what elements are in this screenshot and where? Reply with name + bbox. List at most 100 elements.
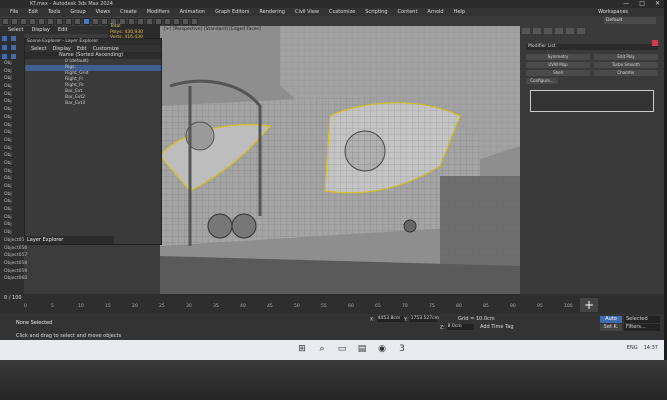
maximize-button[interactable]: □: [639, 0, 645, 7]
add-time-tag[interactable]: Add Time Tag: [480, 324, 514, 330]
list-item[interactable]: Obj: [4, 191, 24, 199]
eye-icon[interactable]: [2, 36, 7, 41]
modifier-stack[interactable]: [530, 90, 654, 112]
list-item[interactable]: Obj: [4, 229, 24, 237]
eye-icon[interactable]: [11, 54, 16, 59]
menu-scripting[interactable]: Scripting: [365, 9, 387, 15]
chamfer-button[interactable]: Chamfer: [594, 70, 658, 76]
motion-tab-icon[interactable]: [555, 28, 563, 34]
list-item[interactable]: Obj: [4, 152, 24, 160]
menu-modifiers[interactable]: Modifiers: [147, 9, 170, 15]
list-item[interactable]: Obj: [4, 114, 24, 122]
list-item[interactable]: Obj: [4, 198, 24, 206]
layer-row[interactable]: Bar_Ext3: [25, 101, 161, 107]
menu-graph-editors[interactable]: Graph Editors: [215, 9, 249, 15]
eye-icon[interactable]: [2, 54, 7, 59]
uvw-map-button[interactable]: UVW Map: [526, 62, 590, 68]
list-item[interactable]: Obj: [4, 83, 24, 91]
list-item[interactable]: Obj: [4, 129, 24, 137]
render-icon[interactable]: [182, 17, 189, 25]
menu-help[interactable]: Help: [454, 9, 465, 15]
list-item[interactable]: Obj: [4, 68, 24, 76]
se-menu-customize[interactable]: Customize: [93, 46, 119, 52]
configure-button[interactable]: Configure...: [526, 78, 558, 84]
workspace-dropdown[interactable]: Default: [604, 17, 656, 24]
timeline[interactable]: 0 / 100 0 5 10 15 20 25 30 35 40 45 50 5…: [0, 294, 664, 314]
hierarchy-tab-icon[interactable]: [544, 28, 552, 34]
redo-icon[interactable]: [11, 17, 18, 25]
move-icon[interactable]: [83, 17, 90, 25]
add-key-button[interactable]: +: [580, 298, 598, 312]
menu-group[interactable]: Group: [70, 9, 85, 15]
eye-icon[interactable]: [11, 36, 16, 41]
unlink-icon[interactable]: [29, 17, 36, 25]
display-tab-icon[interactable]: [566, 28, 574, 34]
rect-select-icon[interactable]: [65, 17, 72, 25]
select-by-name-icon[interactable]: [56, 17, 63, 25]
rotate-icon[interactable]: [92, 17, 99, 25]
list-item[interactable]: Object057: [4, 252, 27, 260]
link-icon[interactable]: [20, 17, 27, 25]
file-explorer-icon[interactable]: ▤: [356, 343, 368, 355]
menu-file[interactable]: File: [10, 9, 18, 15]
list-item[interactable]: Obj: [4, 221, 24, 229]
task-view-icon[interactable]: ▭: [336, 343, 348, 355]
list-item[interactable]: Object055: [4, 237, 27, 245]
menu-content[interactable]: Content: [398, 9, 418, 15]
list-item[interactable]: Obj: [4, 98, 24, 106]
z-field[interactable]: 8.0cm: [446, 324, 474, 330]
eye-icon[interactable]: [11, 45, 16, 50]
menu-animation[interactable]: Animation: [180, 9, 206, 15]
list-item[interactable]: Obj: [4, 168, 24, 176]
perspective-viewport[interactable]: [+] [Perspective] [Standard] [Edged Face…: [160, 26, 520, 294]
list-item[interactable]: Obj: [4, 145, 24, 153]
menu-customize[interactable]: Customize: [329, 9, 355, 15]
bind-icon[interactable]: [38, 17, 45, 25]
browser-icon[interactable]: ◉: [376, 343, 388, 355]
undo-icon[interactable]: [2, 17, 9, 25]
start-icon[interactable]: ⊞: [296, 343, 308, 355]
menu-views[interactable]: Views: [96, 9, 110, 15]
viewport-label[interactable]: [+] [Perspective] [Standard] [Edged Face…: [164, 27, 261, 32]
list-item[interactable]: Obj: [4, 160, 24, 168]
close-button[interactable]: ✕: [655, 0, 660, 7]
se-menu-select[interactable]: Select: [31, 46, 46, 52]
turbosmooth-button[interactable]: Turbo Smooth: [594, 62, 658, 68]
list-item[interactable]: Obj: [4, 183, 24, 191]
menu-create[interactable]: Create: [120, 9, 137, 15]
list-item[interactable]: Obj: [4, 175, 24, 183]
menu-arnold[interactable]: Arnold: [427, 9, 443, 15]
list-item[interactable]: Object058: [4, 260, 27, 268]
menu-edit[interactable]: Edit: [28, 9, 38, 15]
selbar-display[interactable]: Display: [31, 27, 49, 33]
auto-key-button[interactable]: Auto: [600, 316, 622, 323]
list-item[interactable]: Obj: [4, 106, 24, 114]
search-icon[interactable]: ⌕: [316, 343, 328, 355]
modify-tab-icon[interactable]: [533, 28, 541, 34]
minimize-button[interactable]: —: [623, 0, 629, 7]
list-item[interactable]: Object059: [4, 268, 27, 276]
list-item[interactable]: Obj: [4, 60, 24, 68]
list-item[interactable]: Obj: [4, 122, 24, 130]
layer-explorer-dropdown[interactable]: Layer Explorer: [24, 236, 114, 244]
list-item[interactable]: Obj: [4, 137, 24, 145]
3dsmax-icon[interactable]: 3: [396, 343, 408, 355]
window-crossing-icon[interactable]: [74, 17, 81, 25]
symmetry-button[interactable]: Symmetry: [526, 54, 590, 60]
material-editor-icon[interactable]: [164, 17, 171, 25]
render-frame-icon[interactable]: [191, 17, 198, 25]
shell-button[interactable]: Shell: [526, 70, 590, 76]
select-icon[interactable]: [47, 17, 54, 25]
set-key-button[interactable]: Set K.: [600, 324, 622, 331]
language-indicator[interactable]: ENG: [627, 345, 638, 351]
x-field[interactable]: 4453.8cm: [376, 316, 404, 322]
se-menu-display[interactable]: Display: [52, 46, 70, 52]
se-menu-edit[interactable]: Edit: [77, 46, 87, 52]
menu-civil-view[interactable]: Civil View: [295, 9, 319, 15]
filters-button[interactable]: Filters...: [624, 324, 660, 331]
menu-tools[interactable]: Tools: [48, 9, 60, 15]
utilities-tab-icon[interactable]: [577, 28, 585, 34]
render-setup-icon[interactable]: [173, 17, 180, 25]
object-color-swatch[interactable]: [652, 40, 658, 46]
column-header[interactable]: Name (Sorted Ascending): [25, 52, 161, 59]
